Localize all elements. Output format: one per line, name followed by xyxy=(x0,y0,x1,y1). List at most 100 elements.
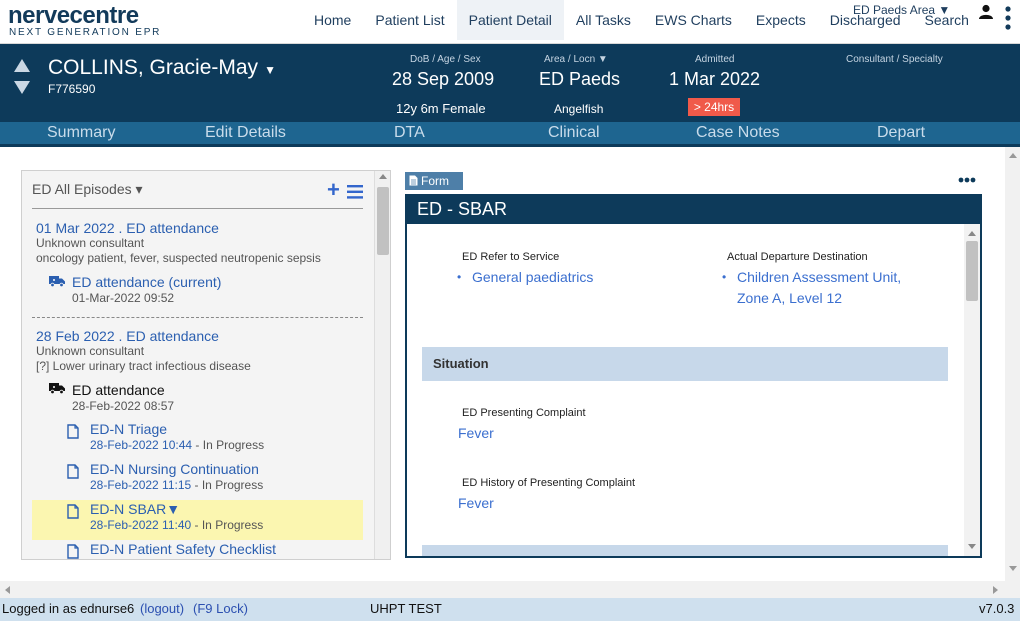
document-date: 28-Feb-2022 11:15 xyxy=(90,478,192,492)
area-value: ED Paeds xyxy=(539,69,621,89)
previous-patient-arrow-icon[interactable] xyxy=(14,59,30,72)
form-panel: ED - SBAR ED Refer to Service General pa… xyxy=(405,194,982,558)
document-icon xyxy=(67,424,79,439)
episode-divider xyxy=(32,317,363,318)
form-tab[interactable]: Form xyxy=(405,172,463,190)
patient-subnav: Summary Edit Details DTA Clinical Case N… xyxy=(0,122,1020,144)
more-menu-icon[interactable] xyxy=(1004,6,1012,32)
section-header-situation: Situation xyxy=(422,347,948,381)
scroll-down-icon[interactable] xyxy=(1009,566,1017,571)
episodes-scrollbar[interactable] xyxy=(374,171,390,559)
refer-service-label: ED Refer to Service xyxy=(462,251,560,263)
document-status: - In Progress xyxy=(192,438,265,452)
document-title[interactable]: ED-N Triage xyxy=(90,421,167,437)
document-meta: 28-Feb-2022 11:15 - In Progress xyxy=(90,478,263,492)
next-patient-arrow-icon[interactable] xyxy=(14,81,30,94)
attendance-title[interactable]: ED attendance xyxy=(72,382,165,398)
area-selector[interactable]: ED Paeds Area ▼ xyxy=(853,3,950,17)
scrollbar-thumb[interactable] xyxy=(377,187,389,255)
episode-title[interactable]: 01 Mar 2022 . ED attendance xyxy=(36,220,219,236)
document-icon xyxy=(67,544,79,559)
subnav-dta[interactable]: DTA xyxy=(394,124,425,142)
section-title: Situation xyxy=(433,356,489,371)
subnav-summary[interactable]: Summary xyxy=(47,124,115,142)
scroll-left-icon[interactable] xyxy=(5,586,10,594)
nav-patient-list[interactable]: Patient List xyxy=(363,0,456,40)
document-item[interactable]: ED-N Triage 28-Feb-2022 10:44 - In Progr… xyxy=(32,420,363,460)
location-value: Angelfish xyxy=(554,102,604,116)
patient-menu-caret-icon[interactable]: ▼ xyxy=(264,63,276,77)
episodes-panel: ED All Episodes ▾ + 01 Mar 2022 . ED att… xyxy=(21,170,391,560)
app-logo: nervecentre xyxy=(8,2,139,29)
consultant-specialty-label: Consultant / Specialty xyxy=(846,54,943,65)
subnav-clinical[interactable]: Clinical xyxy=(548,124,600,142)
refer-service-value: General paediatrics xyxy=(457,267,622,288)
subnav-depart[interactable]: Depart xyxy=(877,124,925,142)
subnav-case-notes[interactable]: Case Notes xyxy=(696,124,780,142)
scrollbar-thumb[interactable] xyxy=(966,241,978,301)
nav-ews-charts[interactable]: EWS Charts xyxy=(643,0,744,40)
scroll-up-icon[interactable] xyxy=(1009,153,1017,158)
admitted-label: Admitted xyxy=(695,54,735,65)
patient-id: F776590 xyxy=(48,82,96,96)
lock-link[interactable]: (F9 Lock) xyxy=(193,601,248,616)
presenting-complaint-value: Fever xyxy=(458,425,494,441)
ambulance-icon xyxy=(49,276,65,287)
version-label: v7.0.3 xyxy=(979,601,1015,616)
user-icon[interactable] xyxy=(978,4,994,20)
add-episode-icon[interactable]: + xyxy=(327,177,340,203)
scrollbar-corner xyxy=(1005,581,1020,598)
scroll-up-icon[interactable] xyxy=(379,174,387,179)
page-horizontal-scrollbar[interactable] xyxy=(0,581,1005,598)
page-vertical-scrollbar[interactable] xyxy=(1005,147,1020,581)
nav-patient-detail[interactable]: Patient Detail xyxy=(456,0,564,40)
presenting-complaint-label: ED Presenting Complaint xyxy=(462,407,586,419)
episode-reason: oncology patient, fever, suspected neutr… xyxy=(36,251,321,265)
ambulance-icon xyxy=(49,383,65,394)
document-title[interactable]: ED-N Patient Safety Checklist xyxy=(90,541,276,557)
nav-expects[interactable]: Expects xyxy=(744,0,818,40)
nav-all-tasks[interactable]: All Tasks xyxy=(564,0,643,40)
scroll-right-icon[interactable] xyxy=(993,586,998,594)
scroll-up-icon[interactable] xyxy=(968,231,976,236)
document-item[interactable]: ED-N Patient Safety Checklist xyxy=(32,540,363,559)
document-status: - In Progress xyxy=(191,518,264,532)
app-logo-tagline: NEXT GENERATION EPR xyxy=(9,27,162,38)
document-title[interactable]: ED-N SBAR▼ xyxy=(90,501,180,517)
section-header-next xyxy=(422,545,948,556)
history-complaint-label: ED History of Presenting Complaint xyxy=(462,477,636,489)
top-navigation-bar: nervecentre NEXT GENERATION EPR Home Pat… xyxy=(0,0,1020,44)
patient-name[interactable]: COLLINS, Gracie-May ▼ xyxy=(48,56,276,80)
environment-label: UHPT TEST xyxy=(370,601,442,616)
attendance-date: 01-Mar-2022 09:52 xyxy=(72,291,175,305)
list-menu-icon[interactable] xyxy=(347,185,363,199)
episode-reason: [?] Lower urinary tract infectious disea… xyxy=(36,359,251,373)
form-title-bar: ED - SBAR xyxy=(407,196,980,224)
nav-home[interactable]: Home xyxy=(302,0,363,40)
scroll-down-icon[interactable] xyxy=(968,544,976,549)
episode-title[interactable]: 28 Feb 2022 . ED attendance xyxy=(36,328,219,344)
departure-destination-value: Children Assessment Unit, Zone A, Level … xyxy=(722,267,927,309)
subnav-edit-details[interactable]: Edit Details xyxy=(205,124,286,142)
episodes-header-divider xyxy=(32,208,363,209)
episode-consultant: Unknown consultant xyxy=(36,344,145,358)
patient-banner: COLLINS, Gracie-May ▼ F776590 DoB / Age /… xyxy=(0,44,1020,122)
attendance-title[interactable]: ED attendance (current) xyxy=(72,274,221,290)
document-item-selected[interactable]: ED-N SBAR▼ 28-Feb-2022 11:40 - In Progre… xyxy=(32,500,363,540)
document-item[interactable]: ED-N Nursing Continuation 28-Feb-2022 11… xyxy=(32,460,363,500)
status-bar: Logged in as ednurse6 (logout) (F9 Lock)… xyxy=(0,598,1020,621)
area-location-label[interactable]: Area / Locn ▼ xyxy=(544,54,608,65)
form-tab-label: Form xyxy=(421,174,449,188)
document-title[interactable]: ED-N Nursing Continuation xyxy=(90,461,259,477)
logout-link[interactable]: (logout) xyxy=(140,601,184,616)
episodes-filter-dropdown[interactable]: ED All Episodes ▾ xyxy=(32,181,143,198)
document-icon xyxy=(67,464,79,479)
document-date: 28-Feb-2022 11:40 xyxy=(90,518,192,532)
document-date: 28-Feb-2022 10:44 xyxy=(90,438,193,452)
age-sex-value: 12y 6m Female xyxy=(396,101,486,116)
form-options-icon[interactable] xyxy=(958,177,976,183)
admitted-value: 1 Mar 2022 xyxy=(669,69,761,89)
history-complaint-value: Fever xyxy=(458,495,494,511)
form-scrollbar[interactable] xyxy=(964,224,980,556)
dob-value: 28 Sep 2009 xyxy=(392,69,495,89)
